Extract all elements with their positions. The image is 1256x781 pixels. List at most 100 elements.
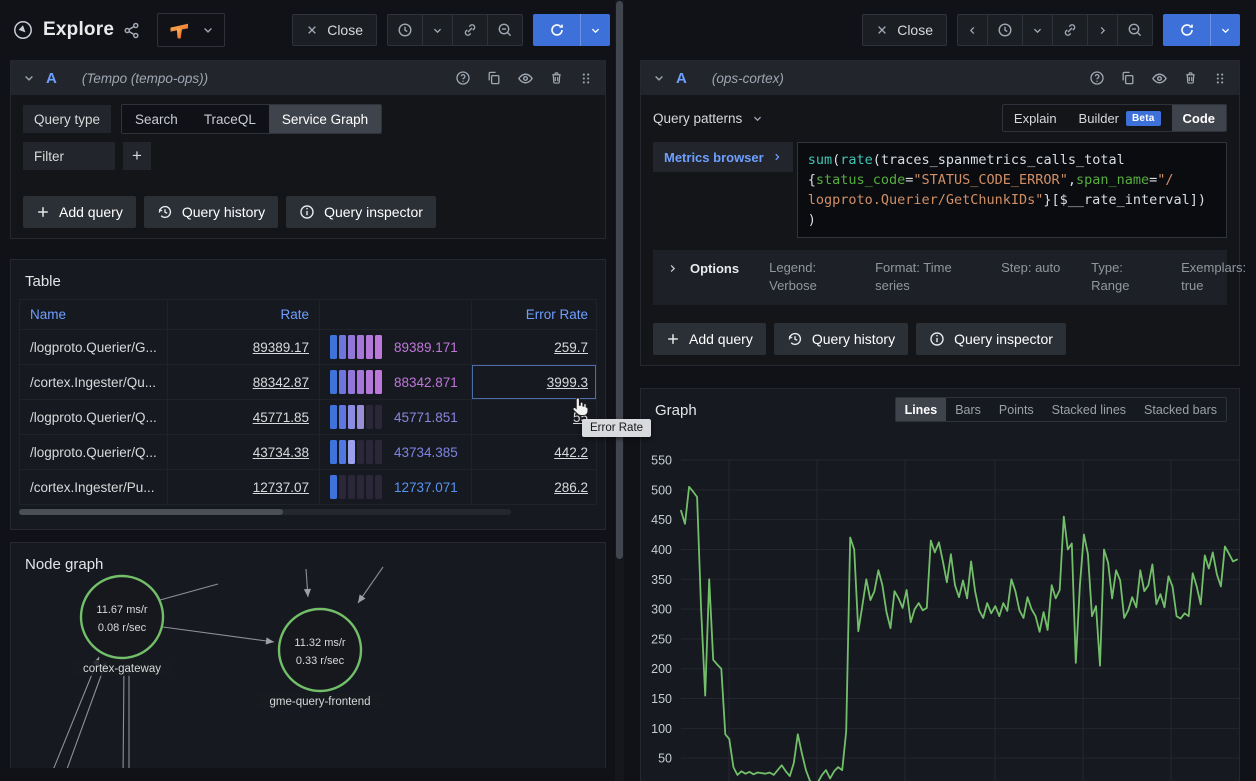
add-filter-button[interactable]: + bbox=[123, 142, 151, 170]
plus-icon bbox=[666, 332, 680, 346]
help-icon[interactable] bbox=[455, 70, 471, 86]
time-picker-button[interactable] bbox=[987, 15, 1022, 45]
editor-mode-explain[interactable]: Explain bbox=[1003, 105, 1068, 131]
shift-time-back-button[interactable] bbox=[958, 15, 987, 45]
scrollbar-thumb[interactable] bbox=[616, 1, 623, 559]
clock-icon bbox=[397, 22, 413, 38]
datasource-picker[interactable] bbox=[157, 13, 225, 47]
add-query-button[interactable]: Add query bbox=[653, 323, 766, 355]
column-header-rate[interactable]: Rate bbox=[168, 300, 320, 330]
drag-handle-icon[interactable] bbox=[1213, 71, 1227, 86]
run-query-interval-dropdown[interactable] bbox=[580, 14, 610, 46]
editor-mode-builder[interactable]: BuilderBeta bbox=[1068, 105, 1172, 131]
collapse-chevron-icon[interactable] bbox=[653, 72, 665, 84]
query-type-option-traceql[interactable]: TraceQL bbox=[191, 105, 269, 133]
query-row-icons bbox=[1089, 70, 1227, 87]
query-type-option-search[interactable]: Search bbox=[122, 105, 191, 133]
cell-gauge: 45771.851 bbox=[320, 400, 472, 435]
query-history-button[interactable]: Query history bbox=[774, 323, 908, 355]
query-type-option-service-graph[interactable]: Service Graph bbox=[269, 105, 381, 133]
graph-style-bars[interactable]: Bars bbox=[946, 398, 990, 421]
rate-link[interactable]: 89389.17 bbox=[253, 340, 309, 355]
error-rate-link[interactable]: 286.2 bbox=[554, 480, 588, 495]
rate-link[interactable]: 45771.85 bbox=[253, 410, 309, 425]
graph-style-lines[interactable]: Lines bbox=[896, 398, 947, 421]
error-rate-link[interactable]: 259.7 bbox=[554, 340, 588, 355]
editor-header-row: Query patterns ExplainBuilderBetaCode bbox=[653, 104, 1227, 132]
query-history-button[interactable]: Query history bbox=[144, 196, 278, 228]
share-icon[interactable] bbox=[123, 22, 140, 39]
editor-mode-code[interactable]: Code bbox=[1172, 105, 1227, 131]
time-picker-button[interactable] bbox=[388, 15, 422, 45]
cell-name: /cortex.Ingester/Pu... bbox=[20, 470, 168, 505]
column-header-name[interactable]: Name bbox=[20, 300, 168, 330]
query-inspector-button[interactable]: Query inspector bbox=[286, 196, 436, 228]
column-header-gauge[interactable] bbox=[320, 300, 472, 330]
drag-handle-icon[interactable] bbox=[579, 71, 593, 86]
options-toggle[interactable]: Options bbox=[667, 259, 739, 276]
time-picker-dropdown[interactable] bbox=[1022, 15, 1052, 45]
chevron-right-icon bbox=[772, 152, 782, 162]
promql-query-input[interactable]: sum(rate(traces_spanmetrics_calls_total{… bbox=[797, 142, 1227, 238]
graph-style-stacked-bars[interactable]: Stacked bars bbox=[1135, 398, 1226, 421]
cell-rate: 89389.17 bbox=[168, 330, 320, 365]
info-circle-icon bbox=[299, 204, 315, 220]
service-node[interactable] bbox=[81, 576, 163, 658]
history-icon bbox=[787, 331, 803, 347]
link-button[interactable] bbox=[1052, 15, 1087, 45]
right-toolbar-actions: Close bbox=[862, 14, 1240, 46]
link-button[interactable] bbox=[452, 15, 487, 45]
delete-query-trash-icon[interactable] bbox=[549, 70, 564, 86]
zoom-out-button[interactable] bbox=[487, 15, 522, 45]
close-split-button[interactable]: Close bbox=[862, 14, 947, 46]
rate-link[interactable]: 88342.87 bbox=[253, 375, 309, 390]
help-icon[interactable] bbox=[1089, 70, 1105, 86]
query-type-label: Query type bbox=[23, 105, 111, 133]
copy-icon[interactable] bbox=[486, 70, 502, 86]
scrollbar-thumb[interactable] bbox=[19, 509, 283, 515]
query-patterns-button[interactable]: Query patterns bbox=[653, 111, 763, 126]
options-summary: Legend: VerboseFormat: Time seriesStep: … bbox=[769, 259, 1256, 295]
close-split-button[interactable]: Close bbox=[292, 14, 377, 46]
node-graph-edge bbox=[63, 662, 106, 768]
filter-label: Filter bbox=[23, 142, 115, 170]
rate-link[interactable]: 43734.38 bbox=[253, 445, 309, 460]
cell-rate: 45771.85 bbox=[168, 400, 320, 435]
metrics-browser-button[interactable]: Metrics browser bbox=[653, 142, 793, 172]
clock-icon bbox=[997, 22, 1013, 38]
time-picker-dropdown[interactable] bbox=[422, 15, 452, 45]
error-rate-link[interactable]: 442.2 bbox=[554, 445, 588, 460]
table-horizontal-scrollbar[interactable] bbox=[19, 509, 511, 515]
zoom-out-button[interactable] bbox=[1117, 15, 1152, 45]
disable-query-eye-icon[interactable] bbox=[517, 70, 534, 87]
error-rate-link[interactable]: 3999.3 bbox=[547, 375, 588, 390]
service-node[interactable] bbox=[279, 609, 361, 691]
node-graph-edge bbox=[123, 664, 124, 768]
time-controls-group bbox=[957, 14, 1153, 46]
query-type-option-label: Search bbox=[135, 112, 178, 127]
copy-icon[interactable] bbox=[1120, 70, 1136, 86]
run-query-button[interactable] bbox=[533, 14, 580, 46]
table-row: /logproto.Querier/Q...45771.8545771.8515… bbox=[20, 400, 597, 435]
run-query-button[interactable] bbox=[1163, 14, 1210, 46]
graph-style-points[interactable]: Points bbox=[990, 398, 1043, 421]
delete-query-trash-icon[interactable] bbox=[1183, 70, 1198, 86]
run-query-interval-dropdown[interactable] bbox=[1210, 14, 1240, 46]
rate-link[interactable]: 12737.07 bbox=[253, 480, 309, 495]
shift-time-forward-button[interactable] bbox=[1087, 15, 1117, 45]
promql-editor-row: Metrics browser sum(rate(traces_spanmetr… bbox=[653, 142, 1227, 238]
graph-style-stacked-lines[interactable]: Stacked lines bbox=[1043, 398, 1135, 421]
left-pane-scrollbar[interactable] bbox=[615, 0, 624, 781]
disable-query-eye-icon[interactable] bbox=[1151, 70, 1168, 87]
cell-name: /cortex.Ingester/Qu... bbox=[20, 365, 168, 400]
cell-name: /logproto.Querier/Q... bbox=[20, 435, 168, 470]
add-query-button[interactable]: Add query bbox=[23, 196, 136, 228]
table-row: /cortex.Ingester/Pu...12737.0712737.0712… bbox=[20, 470, 597, 505]
time-series-chart[interactable]: 050100150200250300350400450500550 bbox=[641, 443, 1240, 781]
column-header-error-rate[interactable]: Error Rate bbox=[472, 300, 597, 330]
query-row-header[interactable]: A (Tempo (tempo-ops)) bbox=[11, 61, 605, 95]
collapse-chevron-icon[interactable] bbox=[23, 72, 35, 84]
query-row-header[interactable]: A (ops-cortex) bbox=[641, 61, 1239, 95]
query-inspector-button[interactable]: Query inspector bbox=[916, 323, 1066, 355]
graph-style-label: Bars bbox=[955, 403, 981, 417]
